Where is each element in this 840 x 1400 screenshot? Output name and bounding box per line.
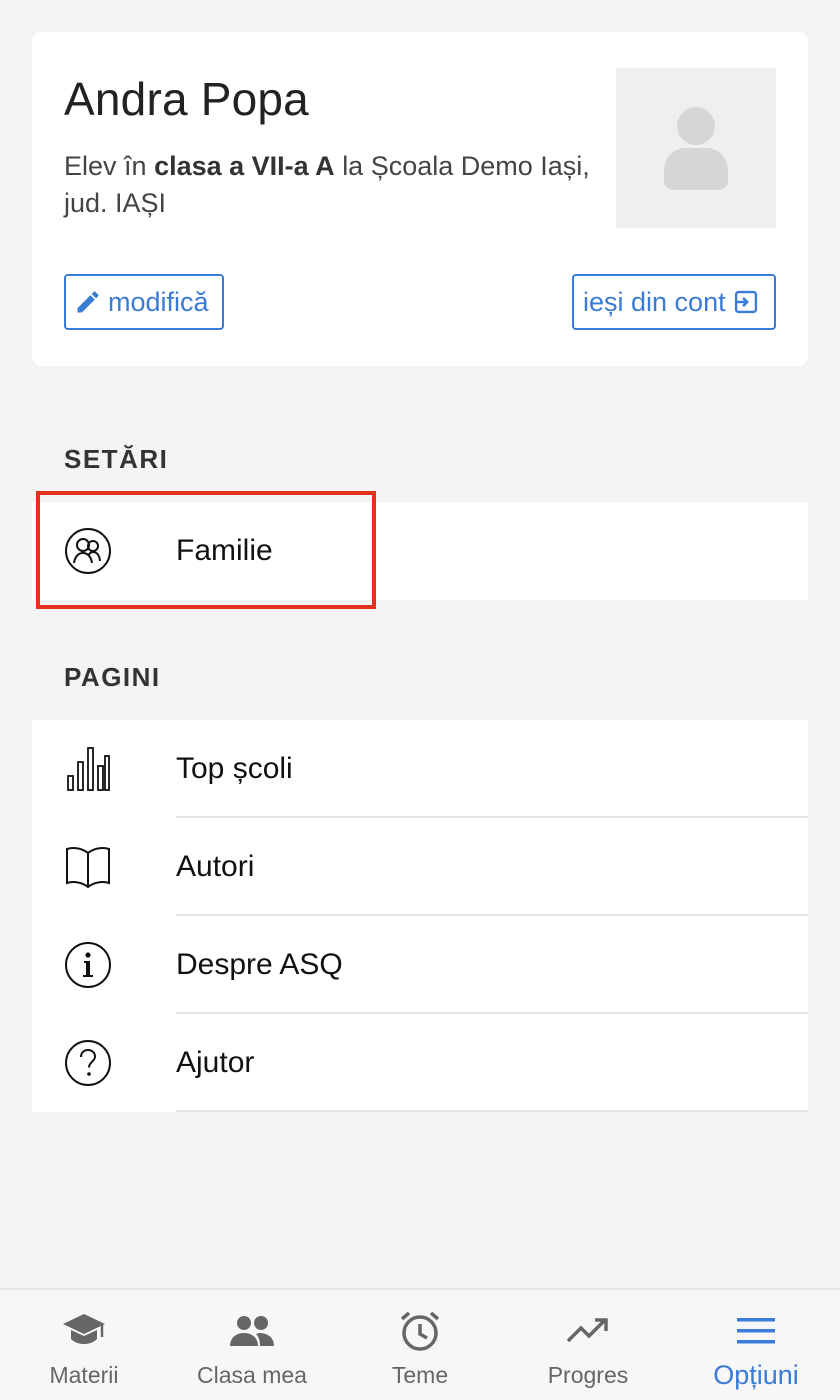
pencil-icon xyxy=(77,291,99,313)
tab-label: Teme xyxy=(391,1362,449,1388)
people-icon xyxy=(229,1308,275,1354)
pages-item-authors[interactable]: Autori xyxy=(32,818,808,916)
settings-item-label: Familie xyxy=(176,534,273,567)
tab-label: Clasa mea xyxy=(197,1362,307,1388)
edit-profile-button[interactable]: modifică xyxy=(64,274,224,330)
tab-label: Progres xyxy=(547,1362,629,1388)
divider xyxy=(176,1110,808,1112)
tab-progres[interactable]: Progres xyxy=(504,1290,672,1400)
help-icon xyxy=(64,1039,112,1087)
profile-description: Elev în clasa a VII-a A la Școala Demo I… xyxy=(64,148,604,222)
tab-teme[interactable]: Teme xyxy=(336,1290,504,1400)
settings-section-title: SETĂRI xyxy=(64,444,169,474)
pages-item-help[interactable]: Ajutor xyxy=(32,1014,808,1112)
pages-item-about[interactable]: Despre ASQ xyxy=(32,916,808,1014)
tab-materii[interactable]: Materii xyxy=(0,1290,168,1400)
profile-card: Andra Popa Elev în clasa a VII-a A la Șc… xyxy=(32,32,808,366)
profile-class: clasa a VII-a A xyxy=(154,151,335,181)
avatar[interactable] xyxy=(616,68,776,228)
bottom-tab-bar: Materii Clasa mea Teme Progres Opțiuni xyxy=(0,1288,840,1400)
pages-item-label: Despre ASQ xyxy=(176,948,343,981)
info-icon xyxy=(64,941,112,989)
profile-desc-prefix: Elev în xyxy=(64,151,147,181)
graduation-cap-icon xyxy=(61,1308,107,1354)
logout-button[interactable]: ieși din cont xyxy=(572,274,776,330)
avatar-placeholder-icon xyxy=(664,107,728,190)
edit-label: modifică xyxy=(108,286,209,317)
menu-icon xyxy=(733,1308,779,1354)
trending-up-icon xyxy=(565,1308,611,1354)
profile-name: Andra Popa xyxy=(64,73,309,125)
bar-chart-icon xyxy=(64,745,112,793)
family-icon xyxy=(64,527,112,575)
pages-item-label: Ajutor xyxy=(176,1046,255,1079)
pages-list: Top școli Autori Despre ASQ Ajutor xyxy=(32,720,808,1112)
pages-item-top-schools[interactable]: Top școli xyxy=(32,720,808,818)
tab-label: Materii xyxy=(49,1362,119,1388)
alarm-clock-icon xyxy=(397,1308,443,1354)
logout-icon xyxy=(734,290,757,314)
tab-optiuni[interactable]: Opțiuni xyxy=(672,1290,840,1400)
pages-section-title: PAGINI xyxy=(64,662,161,692)
tab-clasa-mea[interactable]: Clasa mea xyxy=(168,1290,336,1400)
logout-label: ieși din cont xyxy=(583,286,726,317)
pages-item-label: Top școli xyxy=(176,752,293,785)
settings-list: Familie xyxy=(32,502,808,600)
book-icon xyxy=(64,843,112,891)
tab-label: Opțiuni xyxy=(713,1360,799,1390)
pages-item-label: Autori xyxy=(176,850,255,883)
settings-item-family[interactable]: Familie xyxy=(32,502,808,600)
